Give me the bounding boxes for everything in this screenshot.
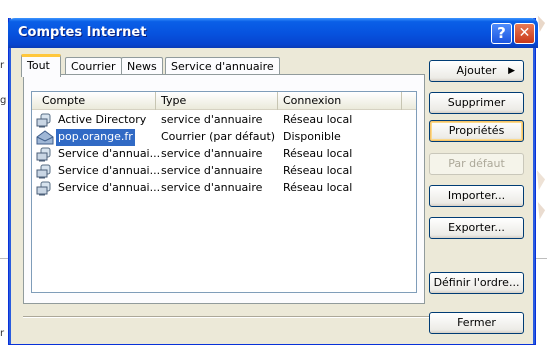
column-header-type[interactable]: Type [156,92,278,110]
help-button[interactable]: ? [491,23,512,44]
close-button[interactable]: Fermer [429,312,524,334]
properties-button[interactable]: Propriétés [429,120,524,142]
account-type: service d'annuaire [161,113,263,126]
chevron-right-icon: ▶ [508,66,515,76]
accounts-list[interactable]: Compte Type Connexion Active Directory s… [31,91,417,293]
account-name: Service d'annuai... [58,147,161,160]
close-window-button[interactable]: ✕ [514,23,535,44]
list-item[interactable]: pop.orange.fr Courrier (par défaut) Disp… [32,129,416,146]
background-text: r [0,328,5,339]
tab-all[interactable]: Tout [21,54,61,77]
remove-button[interactable]: Supprimer [429,92,524,114]
background-line [0,258,8,259]
window-title: Comptes Internet [18,25,147,40]
background-text: r [0,60,5,71]
import-button[interactable]: Importer... [429,185,524,207]
account-type: service d'annuaire [161,164,263,177]
column-header-connection[interactable]: Connexion [278,92,402,110]
account-type: service d'annuaire [161,147,263,160]
account-name: pop.orange.fr [56,129,135,146]
account-connection: Réseau local [283,113,353,126]
export-button[interactable]: Exporter... [429,217,524,239]
account-name: Active Directory [58,113,147,126]
account-connection: Réseau local [283,181,353,194]
account-name: Service d'annuai... [58,181,161,194]
list-item[interactable]: Service d'annuai... service d'annuaire R… [32,146,416,163]
title-bar[interactable]: Comptes Internet ? ✕ [8,18,538,48]
set-order-button[interactable]: Définir l'ordre... [429,272,524,294]
account-name: Service d'annuai... [58,164,161,177]
close-icon: ✕ [518,25,531,41]
mail-account-icon [36,130,54,145]
list-item[interactable]: Active Directory service d'annuaire Rése… [32,112,416,129]
list-header: Compte Type Connexion [32,92,416,110]
account-connection: Réseau local [283,164,353,177]
account-type: service d'annuaire [161,181,263,194]
column-header-account[interactable]: Compte [32,92,156,110]
help-icon: ? [497,24,506,42]
set-default-button[interactable]: Par défaut [429,153,524,175]
directory-service-icon [36,164,51,179]
directory-service-icon [36,113,51,128]
add-button-label: Ajouter [456,64,497,77]
list-item[interactable]: Service d'annuai... service d'annuaire R… [32,163,416,180]
list-item[interactable]: Service d'annuai... service d'annuaire R… [32,180,416,197]
account-type: Courrier (par défaut) [161,130,276,143]
accounts-dialog: Comptes Internet ? ✕ Tout Courrier News … [8,18,538,345]
directory-service-icon [36,147,51,162]
background-decoration [536,15,546,220]
directory-service-icon [36,181,51,196]
account-connection: Réseau local [283,147,353,160]
account-connection: Disponible [283,130,341,143]
background-text: g [0,95,7,106]
add-button[interactable]: Ajouter ▶ [429,60,524,82]
